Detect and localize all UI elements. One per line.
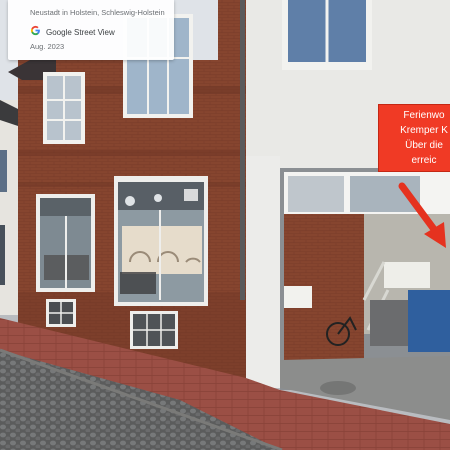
sign-line-4: erreic bbox=[411, 155, 437, 166]
capture-date: Aug. 2023 bbox=[30, 42, 65, 51]
sign-line-2: Kremper K bbox=[400, 125, 448, 136]
street-view-info-card: Neustadt in Holstein, Schleswig-Holstein… bbox=[8, 0, 174, 60]
holiday-apartment-sign: Ferienwo Kremper K Über die erreic bbox=[378, 104, 450, 172]
street-view-label: Google Street View bbox=[46, 27, 115, 37]
street-view-source[interactable]: Google Street View bbox=[30, 23, 115, 41]
street-scene bbox=[0, 0, 450, 450]
sign-line-3: Über die bbox=[405, 140, 443, 151]
location-label: Neustadt in Holstein, Schleswig-Holstein bbox=[30, 8, 165, 17]
sign-line-1: Ferienwo bbox=[403, 110, 445, 121]
google-g-icon bbox=[30, 23, 41, 41]
